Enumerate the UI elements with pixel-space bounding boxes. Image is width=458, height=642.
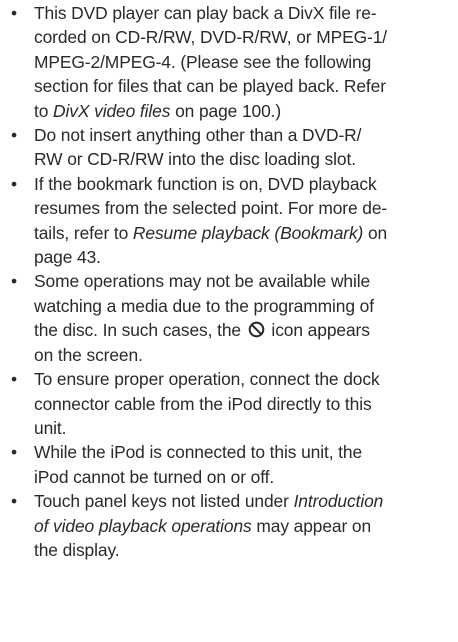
list-item: • Touch panel keys not listed under Intr… (0, 489, 458, 562)
bullet: • (11, 173, 17, 194)
page-reference: Resume playback (Bookmark) (132, 222, 364, 243)
page-reference: DivX video files (53, 100, 171, 121)
notes-list: • This DVD player can play back a DivX f… (0, 1, 458, 562)
bullet: • (11, 271, 17, 292)
prohibited-icon (248, 321, 265, 338)
section-reference: of video playback operations (34, 515, 252, 536)
bullet: • (11, 442, 17, 463)
bullet: • (11, 3, 17, 23)
list-item: • Some operations may not be available w… (0, 269, 458, 367)
list-item: • To ensure proper operation, connect th… (0, 367, 458, 440)
bullet: • (11, 125, 17, 146)
list-item: • This DVD player can play back a DivX f… (0, 1, 458, 123)
section-reference: Introduction (293, 491, 384, 512)
list-item: • If the bookmark function is on, DVD pl… (0, 172, 458, 270)
bullet: • (11, 369, 17, 390)
list-item: • While the iPod is connected to this un… (0, 440, 458, 489)
bullet: • (11, 491, 17, 512)
list-item: • Do not insert anything other than a DV… (0, 123, 458, 172)
document-page: • This DVD player can play back a DivX f… (0, 0, 458, 642)
